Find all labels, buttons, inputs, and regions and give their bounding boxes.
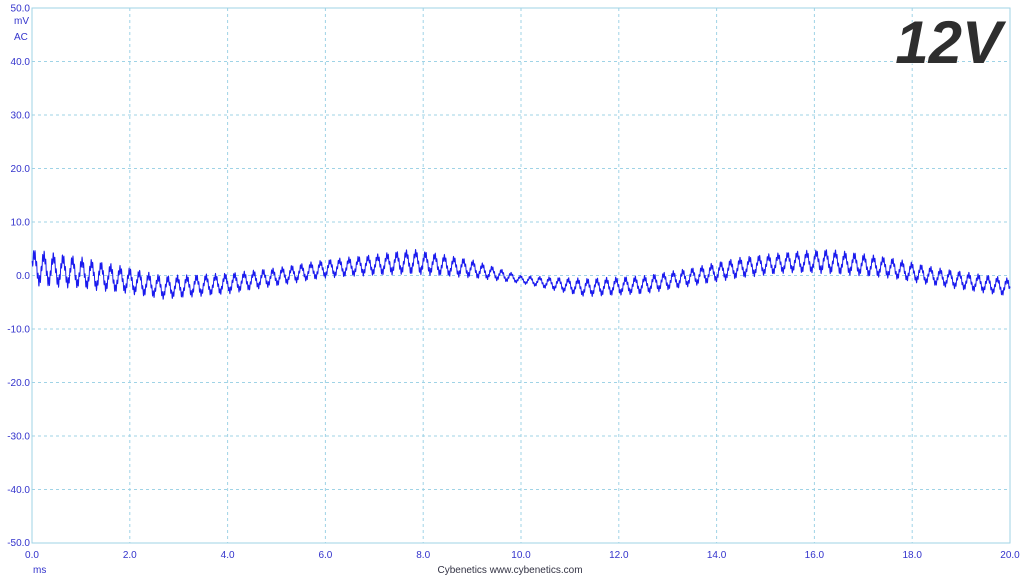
x-tick-label: 20.0 xyxy=(1000,550,1020,561)
footer-credit: Cybenetics www.cybenetics.com xyxy=(437,565,582,576)
grid xyxy=(31,7,1011,544)
x-tick-label: 10.0 xyxy=(511,550,531,561)
x-tick-label: 4.0 xyxy=(221,550,235,561)
y-tick-label: 50.0 xyxy=(11,4,31,15)
y-tick-label: 40.0 xyxy=(11,57,31,68)
x-tick-label: 16.0 xyxy=(805,550,825,561)
y-tick-label: -50.0 xyxy=(7,538,30,549)
rail-label: 12V xyxy=(895,9,1007,76)
x-tick-label: 14.0 xyxy=(707,550,727,561)
y-axis-unit: mV xyxy=(14,16,29,27)
y-tick-label: -40.0 xyxy=(7,485,30,496)
x-tick-label: 6.0 xyxy=(318,550,332,561)
x-tick-label: 2.0 xyxy=(123,550,137,561)
x-axis-unit: ms xyxy=(33,565,46,576)
y-tick-label: 30.0 xyxy=(11,111,31,122)
x-axis-ticks: 0.0 2.0 4.0 6.0 8.0 10.0 12.0 14.0 16.0 18.0 20.0 xyxy=(25,550,1020,561)
oscilloscope-chart: 50.0 40.0 30.0 20.0 10.0 0.0 -10.0 -20.0 -30.0 -4… xyxy=(7,4,1020,576)
x-tick-label: 18.0 xyxy=(902,550,922,561)
x-tick-label: 12.0 xyxy=(609,550,629,561)
y-tick-label: -20.0 xyxy=(7,378,30,389)
y-tick-label: 20.0 xyxy=(11,164,31,175)
y-tick-label: -10.0 xyxy=(7,325,30,336)
y-tick-label: 0.0 xyxy=(16,271,30,282)
y-tick-label: -30.0 xyxy=(7,432,30,443)
y-axis-mode: AC xyxy=(14,32,28,43)
x-tick-label: 8.0 xyxy=(416,550,430,561)
x-tick-label: 0.0 xyxy=(25,550,39,561)
y-tick-label: 10.0 xyxy=(11,218,31,229)
y-axis-ticks: 50.0 40.0 30.0 20.0 10.0 0.0 -10.0 -20.0 -30.0 -4… xyxy=(7,4,30,550)
